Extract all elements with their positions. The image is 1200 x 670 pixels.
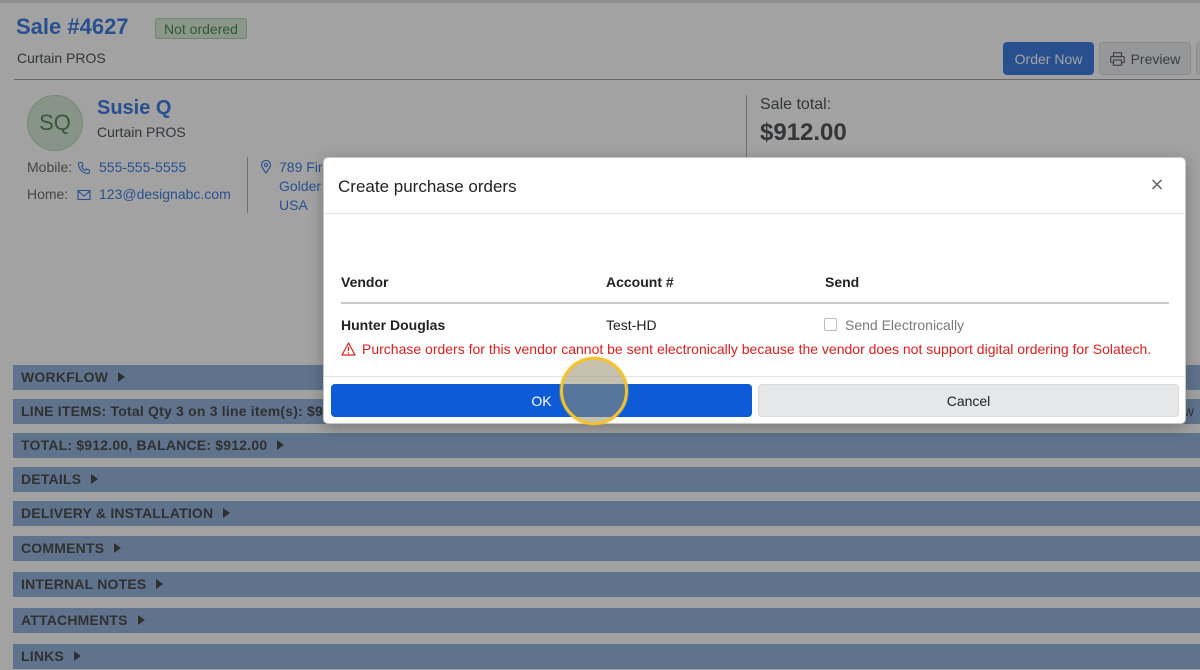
ok-button[interactable]: OK — [331, 384, 752, 417]
table-header-divider — [341, 302, 1169, 304]
vendor-warning-message: Purchase orders for this vendor cannot b… — [362, 341, 1152, 357]
close-icon[interactable]: × — [1146, 174, 1168, 196]
dialog-footer-divider — [324, 376, 1185, 377]
send-electronically-label: Send Electronically — [845, 317, 965, 333]
account-number: Test-HD — [606, 317, 657, 333]
create-purchase-orders-dialog: Create purchase orders × Vendor Account … — [323, 157, 1186, 424]
warning-icon — [341, 342, 356, 356]
dialog-title: Create purchase orders — [338, 177, 517, 196]
dialog-header-divider — [324, 213, 1185, 214]
column-header-vendor: Vendor — [341, 274, 389, 290]
click-indicator — [560, 357, 628, 425]
send-electronically-checkbox[interactable] — [824, 318, 837, 331]
cancel-button[interactable]: Cancel — [758, 384, 1179, 417]
column-header-send: Send — [825, 274, 860, 290]
column-header-account: Account # — [606, 274, 674, 290]
vendor-name: Hunter Douglas — [341, 317, 446, 333]
